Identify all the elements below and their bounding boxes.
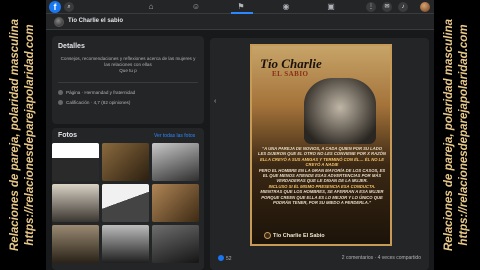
- top-navigation-bar: f ⌕ ⌂ ☺ ⚑ ◉ ▣ ⋮ ✉ ♪: [46, 0, 434, 14]
- quote-paragraph-2: ELLA CREYÓ A SUS AMIGAS Y TERMINÓ CON ÉL…: [259, 156, 385, 168]
- page-avatar[interactable]: [54, 17, 64, 27]
- photo-thumb-4[interactable]: [52, 184, 99, 222]
- photo-thumb-5[interactable]: [102, 184, 149, 222]
- photo-thumb-7[interactable]: [52, 225, 99, 263]
- photo-thumb-9[interactable]: [152, 225, 199, 263]
- description-line-3: Que tu p: [119, 68, 137, 73]
- notifications-bell-icon[interactable]: ♪: [398, 2, 408, 12]
- star-icon: [58, 100, 63, 105]
- photo-thumb-8[interactable]: [102, 225, 149, 263]
- quote-paragraph-3: PERO EL HOMBRE EN LA GRAN MAYORÍA DE LOS…: [258, 167, 386, 184]
- comments-link[interactable]: 2 comentarios: [342, 255, 373, 261]
- left-banner: Relaciones de pareja, polaridad masculin…: [0, 0, 46, 270]
- banner-line-1: Relaciones de pareja, polaridad masculin…: [9, 18, 21, 252]
- menu-grid-icon[interactable]: ⋮: [366, 2, 376, 12]
- details-card: Detalles Consejos, recomendaciones y ref…: [52, 36, 204, 124]
- facebook-window: f ⌕ ⌂ ☺ ⚑ ◉ ▣ ⋮ ✉ ♪ Tío Charlie el sabio…: [46, 0, 434, 270]
- quote-paragraph-5: MIENTRAS QUE LOS HOMBRES, SE AFERRAN A E…: [260, 189, 384, 206]
- post-image[interactable]: Tío Charlie EL SABIO “A UNA PAREJA DE NO…: [250, 44, 392, 246]
- banner-line-1: Relaciones de pareja, polaridad masculin…: [443, 18, 455, 252]
- reactions-summary[interactable]: 52: [218, 255, 232, 262]
- user-avatar[interactable]: [420, 2, 430, 12]
- portrait-photo: [304, 78, 376, 144]
- rating-text: Calificación · 4,7 (82 opiniones): [66, 100, 131, 105]
- rating-row[interactable]: Calificación · 4,7 (82 opiniones): [58, 100, 130, 105]
- friends-icon[interactable]: ☺: [191, 2, 201, 12]
- home-icon[interactable]: ⌂: [146, 2, 156, 12]
- right-banner: Relaciones de pareja, polaridad masculin…: [434, 0, 480, 270]
- photo-thumb-1[interactable]: [52, 143, 99, 181]
- reactions-count: 52: [226, 256, 232, 262]
- shares-link[interactable]: 4 veces compartido: [378, 255, 421, 261]
- details-title: Detalles: [58, 43, 85, 50]
- page-type-text: Página · Hermandad y fraternidad: [66, 90, 136, 95]
- like-icon: [218, 255, 224, 261]
- page-name[interactable]: Tío Charlie el sabio: [68, 18, 123, 24]
- page-type-row: Página · Hermandad y fraternidad: [58, 90, 135, 95]
- right-banner-text: Relaciones de pareja, polaridad masculin…: [442, 19, 472, 251]
- gaming-icon[interactable]: ▣: [326, 2, 336, 12]
- chevron-left-icon[interactable]: ‹: [214, 98, 222, 106]
- post-image-subtitle: EL SABIO: [272, 70, 309, 78]
- banner-line-2: https://relacionesdeparejapolaridad.com: [458, 24, 470, 246]
- quote-paragraph-1: “A UNA PAREJA DE NOVIOS, A CADA QUIEN PO…: [258, 146, 386, 157]
- facebook-logo-icon[interactable]: f: [49, 1, 61, 13]
- divider: [58, 82, 198, 83]
- signature-text: Tío Charlie El Sabio: [273, 233, 325, 239]
- see-all-photos-link[interactable]: Ver todas las fotos: [154, 133, 195, 139]
- pages-flag-icon[interactable]: ⚑: [236, 2, 246, 12]
- engagement-summary: 2 comentarios · 4 veces compartido: [341, 255, 421, 261]
- info-icon: [58, 90, 63, 95]
- details-description: Consejos, recomendaciones y reflexiones …: [56, 56, 200, 74]
- page-header-bar: Tío Charlie el sabio: [46, 14, 434, 30]
- messenger-icon[interactable]: ✉: [382, 2, 392, 12]
- post-signature: Tío Charlie El Sabio: [264, 232, 325, 239]
- groups-icon[interactable]: ◉: [281, 2, 291, 12]
- photo-thumb-3[interactable]: [152, 143, 199, 181]
- signature-avatar-icon: [264, 232, 271, 239]
- post-quote: “A UNA PAREJA DE NOVIOS, A CADA QUIEN PO…: [258, 146, 386, 205]
- banner-line-2: https://relacionesdeparejapolaridad.com: [24, 24, 36, 246]
- search-icon[interactable]: ⌕: [64, 2, 74, 12]
- photo-thumb-6[interactable]: [152, 184, 199, 222]
- left-banner-text: Relaciones de pareja, polaridad masculin…: [8, 19, 38, 251]
- post-card: ‹ Tío Charlie EL SABIO “A UNA PAREJA DE …: [210, 38, 429, 270]
- photo-thumb-2[interactable]: [102, 143, 149, 181]
- photos-title: Fotos: [58, 132, 78, 139]
